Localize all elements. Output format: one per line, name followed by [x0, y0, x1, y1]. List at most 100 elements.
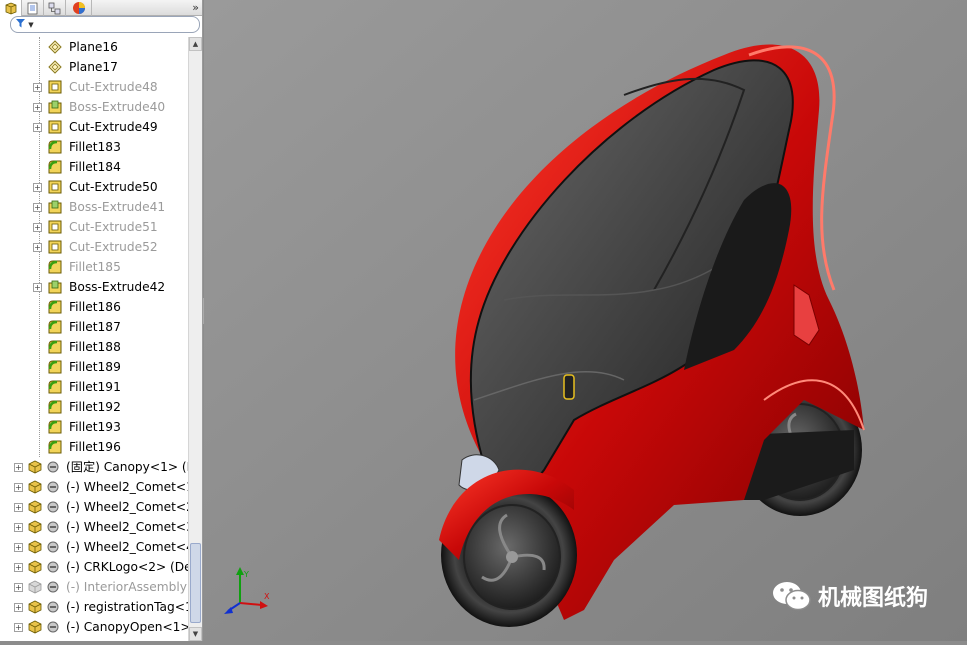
tree-item[interactable]: + (-) CanopyOpen<1>: [0, 617, 191, 637]
tree-item[interactable]: + Cut-Extrude48: [0, 77, 188, 97]
door-handle: [563, 374, 575, 400]
boss-extrude-icon: [48, 100, 62, 114]
expand-toggle[interactable]: +: [33, 83, 42, 92]
fillet-icon: [48, 160, 62, 174]
expand-toggle[interactable]: +: [14, 463, 23, 472]
fillet-icon: [48, 140, 62, 154]
tree-item[interactable]: + Cut-Extrude49: [0, 117, 188, 137]
svg-text:Y: Y: [243, 570, 249, 579]
tree-item[interactable]: Plane17: [0, 57, 188, 77]
watermark-text: 机械图纸狗: [818, 586, 929, 611]
tree-item[interactable]: Fillet188: [0, 337, 188, 357]
tree-item-label: Fillet192: [69, 400, 121, 414]
expand-toggle[interactable]: +: [14, 543, 23, 552]
tree-item[interactable]: + (-) CRKLogo<2> (De: [0, 557, 192, 577]
mate-icon: [46, 540, 60, 554]
part-icon: [28, 540, 42, 554]
tree-scrollbar[interactable]: ▲ ▼: [188, 37, 202, 641]
expand-toggle[interactable]: +: [33, 223, 42, 232]
tree-item[interactable]: Fillet185: [0, 257, 188, 277]
tree-item-label: (-) CanopyOpen<1>: [66, 620, 191, 634]
expand-toggle[interactable]: +: [14, 483, 23, 492]
plane-icon: [48, 60, 62, 74]
car-model[interactable]: Y X: [204, 0, 967, 641]
fillet-icon: [48, 400, 62, 414]
tree-item[interactable]: Fillet192: [0, 397, 188, 417]
scroll-up-button[interactable]: ▲: [189, 37, 202, 51]
fillet-icon: [48, 300, 62, 314]
cut-extrude-icon: [48, 180, 62, 194]
tree-item[interactable]: + (-) Wheel2_Comet<3: [0, 517, 194, 537]
fillet-icon: [48, 260, 62, 274]
tree-item[interactable]: + (-) Wheel2_Comet<1: [0, 477, 194, 497]
tree-item[interactable]: + (-) Wheel2_Comet<4: [0, 537, 194, 557]
tree-item[interactable]: Fillet189: [0, 357, 188, 377]
funnel-icon: [16, 19, 25, 28]
tree-item[interactable]: + (-) registrationTag<1: [0, 597, 193, 617]
tree-item[interactable]: + Boss-Extrude41: [0, 197, 188, 217]
tree-item[interactable]: + Cut-Extrude51: [0, 217, 188, 237]
tab-configuration-manager[interactable]: [44, 0, 66, 16]
filter-dropdown-icon: ▼: [28, 21, 34, 29]
tree-item[interactable]: Fillet186: [0, 297, 188, 317]
expand-toggle[interactable]: +: [33, 243, 42, 252]
graphics-viewport[interactable]: Y X: [204, 0, 967, 641]
tree-item-label: (-) InteriorAssembly<1>: [66, 580, 203, 594]
cut-extrude-icon: [48, 80, 62, 94]
mate-icon: [46, 580, 60, 594]
expand-toggle[interactable]: +: [33, 183, 42, 192]
tree-item[interactable]: Fillet183: [0, 137, 188, 157]
tree-item[interactable]: Fillet191: [0, 377, 188, 397]
expand-toggle[interactable]: +: [33, 203, 42, 212]
fillet-icon: [48, 360, 62, 374]
tree-item[interactable]: Fillet196: [0, 437, 188, 457]
plane-icon: [48, 40, 62, 54]
assembly-icon: [28, 580, 42, 594]
tree-filter-input[interactable]: ▼: [10, 16, 200, 33]
mate-icon: [46, 620, 60, 634]
fillet-icon: [48, 440, 62, 454]
scroll-thumb[interactable]: [190, 543, 201, 623]
tree-item[interactable]: Plane16: [0, 37, 188, 57]
expand-toggle[interactable]: +: [33, 103, 42, 112]
expand-toggle[interactable]: +: [14, 583, 23, 592]
tree-item-label: Cut-Extrude50: [69, 180, 158, 194]
expand-toggle[interactable]: +: [14, 623, 23, 632]
scroll-down-button[interactable]: ▼: [189, 627, 202, 641]
tree-item-label: Cut-Extrude52: [69, 240, 158, 254]
tree-item[interactable]: + (固定) Canopy<1> (D: [0, 457, 196, 477]
expand-toggle[interactable]: +: [33, 123, 42, 132]
expand-toggle[interactable]: +: [14, 603, 23, 612]
expand-toggle[interactable]: +: [14, 563, 23, 572]
tree-item[interactable]: + (-) InteriorAssembly<1>: [0, 577, 202, 597]
expand-toggle[interactable]: +: [14, 503, 23, 512]
expand-chevron-icon[interactable]: »: [192, 0, 199, 15]
expand-toggle[interactable]: +: [33, 283, 42, 292]
tree-item-label: Cut-Extrude49: [69, 120, 158, 134]
tree-item[interactable]: Fillet184: [0, 157, 188, 177]
tab-display-manager[interactable]: [66, 0, 92, 16]
tab-property-manager[interactable]: [22, 0, 44, 16]
tree-item[interactable]: + (-) Wheel2_Comet<2: [0, 497, 194, 517]
svg-text:X: X: [264, 592, 270, 601]
fillet-icon: [48, 320, 62, 334]
tree-item-label: Fillet185: [69, 260, 121, 274]
tree-item-label: (-) Wheel2_Comet<1: [66, 480, 194, 494]
tab-feature-manager[interactable]: [0, 0, 22, 16]
expand-toggle[interactable]: +: [14, 523, 23, 532]
tree-item[interactable]: + Boss-Extrude40: [0, 97, 188, 117]
tree-item[interactable]: + Boss-Extrude42: [0, 277, 188, 297]
tree-item[interactable]: + Cut-Extrude52: [0, 237, 188, 257]
tree-item[interactable]: + Cut-Extrude50: [0, 177, 188, 197]
tree-item-label: Cut-Extrude48: [69, 80, 158, 94]
tree-item-label: Fillet193: [69, 420, 121, 434]
tree-item-label: (-) CRKLogo<2> (De: [66, 560, 192, 574]
configuration-icon: [48, 2, 61, 14]
cut-extrude-icon: [48, 120, 62, 134]
tree-item[interactable]: Fillet187: [0, 317, 188, 337]
tree-item-label: Plane16: [69, 40, 118, 54]
cut-extrude-icon: [48, 240, 62, 254]
tree-item[interactable]: Fillet193: [0, 417, 188, 437]
tree-item-label: Cut-Extrude51: [69, 220, 158, 234]
tree-item-label: (-) Wheel2_Comet<4: [66, 540, 194, 554]
